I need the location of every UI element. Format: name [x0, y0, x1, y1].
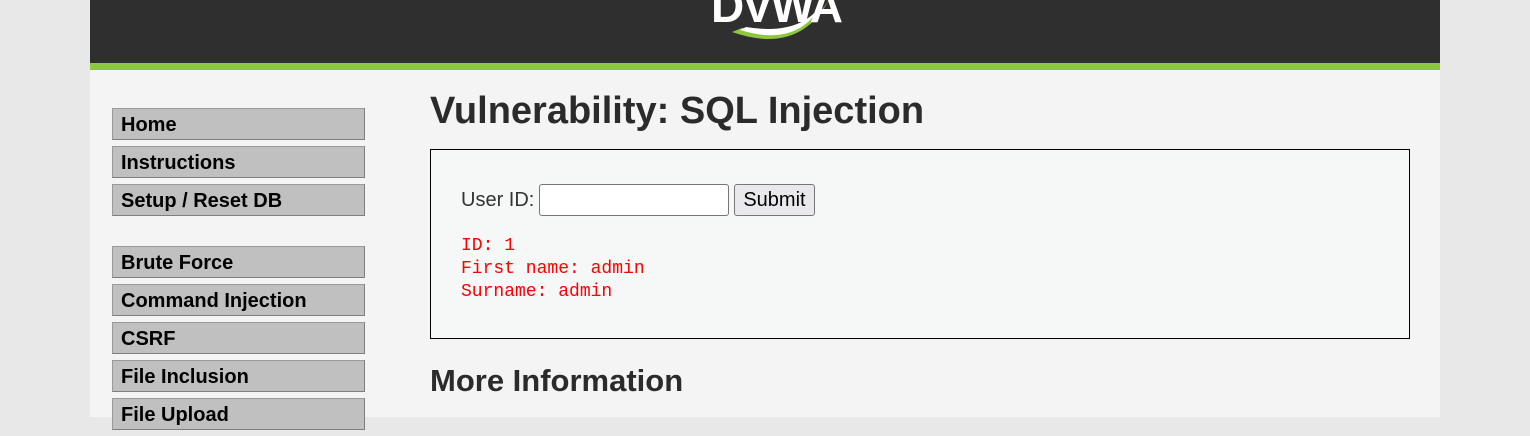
userid-label: User ID:: [461, 188, 535, 211]
main-content: Vulnerability: SQL Injection User ID: Su…: [430, 86, 1410, 401]
menu-item-instructions[interactable]: Instructions: [112, 146, 365, 178]
menu-group-vulnerabilities: Brute Force Command Injection CSRF File …: [112, 246, 367, 430]
more-information-heading: More Information: [430, 363, 684, 398]
result-line-surname: Surname: admin: [461, 282, 613, 302]
result-line-first-name: First name: admin: [461, 259, 645, 279]
userid-input[interactable]: [539, 184, 730, 216]
menu-item-setup-reset-db[interactable]: Setup / Reset DB: [112, 184, 365, 216]
header: DVWA: [90, 0, 1440, 70]
userid-form: User ID: Submit: [461, 183, 1379, 217]
menu-item-file-inclusion[interactable]: File Inclusion: [112, 360, 365, 392]
page-title: Vulnerability: SQL Injection: [430, 90, 925, 132]
query-result: ID: 1 First name: admin Surname: admin: [461, 235, 1379, 304]
dvwa-logo: DVWA: [711, 0, 844, 39]
menu-item-command-injection[interactable]: Command Injection: [112, 284, 365, 316]
page-container: DVWA Home Instructions Setup / Reset DB …: [90, 0, 1440, 430]
menu-item-csrf[interactable]: CSRF: [112, 322, 365, 354]
menu-item-brute-force[interactable]: Brute Force: [112, 246, 365, 278]
submit-button[interactable]: Submit: [734, 184, 815, 216]
logo-text: DVWA: [711, 0, 842, 32]
vulnerable-code-area: User ID: Submit ID: 1 First name: admin …: [430, 149, 1410, 339]
sidebar-menu: Home Instructions Setup / Reset DB Brute…: [112, 108, 367, 436]
menu-item-file-upload[interactable]: File Upload: [112, 398, 365, 430]
result-line-id: ID: 1: [461, 236, 516, 256]
menu-group-general: Home Instructions Setup / Reset DB: [112, 108, 367, 216]
menu-item-home[interactable]: Home: [112, 108, 365, 140]
